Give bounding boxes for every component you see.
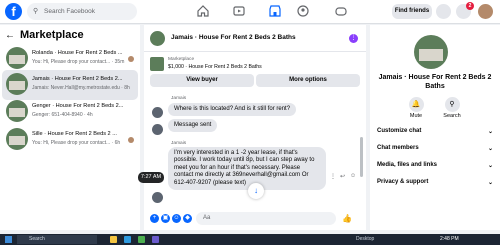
conversation-item[interactable]: Sille · House For Rent 2 Beds 2 ... You:… [2, 125, 138, 155]
listing-card[interactable]: Marketplace $1,000 · House For Rent 2 Be… [150, 55, 360, 73]
view-buyer-button[interactable]: View buyer [150, 74, 254, 87]
more-options-button[interactable]: More options [256, 74, 360, 87]
conversation-title: Genger · House For Rent 2 Beds 2... [32, 103, 124, 109]
gaming-icon[interactable] [334, 4, 348, 18]
seen-avatar [128, 137, 134, 143]
message-input[interactable]: Aa [196, 212, 336, 225]
info-icon[interactable]: ⋮ [349, 34, 358, 43]
menu-grid-icon[interactable] [436, 4, 451, 19]
marketplace-icon[interactable] [268, 4, 282, 18]
listing-thumbnail [6, 100, 28, 122]
chevron-down-icon: ⌄ [487, 163, 493, 169]
bell-icon: 🔔 [408, 97, 424, 112]
timestamp-tooltip: 7:27 AM [138, 172, 164, 183]
row-label: Privacy & support [377, 179, 429, 185]
conversation-item-active[interactable]: Jamais · House For Rent 2 Beds 2... Jama… [2, 70, 138, 100]
react-emoji-icon[interactable]: ☺ [350, 173, 356, 179]
image-icon[interactable]: ▣ [161, 214, 170, 223]
search-label: Search [443, 113, 461, 119]
scroll-down-arrow-icon[interactable]: ↓ [248, 183, 264, 199]
taskbar-search-label: Search [29, 236, 45, 242]
marketplace-inbox-sidebar: ← Marketplace Rolanda · House For Rent 2… [0, 25, 140, 230]
privacy-support-row[interactable]: Privacy & support ⌄ [377, 179, 495, 186]
sender-avatar [152, 192, 163, 203]
chevron-down-icon: ⌄ [487, 180, 493, 186]
notification-badge: 2 [466, 2, 474, 10]
message-composer: + ▣ ☺ ◆ Aa 👍 [144, 210, 366, 230]
edge-icon[interactable] [124, 236, 131, 243]
listing-label: Marketplace [168, 57, 195, 62]
home-icon[interactable] [196, 4, 210, 18]
search-icon: ⚲ [33, 8, 39, 15]
search-conversation-button[interactable]: ⚲ Search [432, 97, 472, 119]
screen: f ⚲ Search Facebook Find friends 2 ← Mark… [0, 0, 500, 245]
more-actions-icon[interactable]: ⋮ [330, 173, 336, 180]
groups-icon[interactable] [296, 4, 310, 18]
conversation-preview: Jamais: Never.Hall@my.metrostate.edu · 8… [32, 85, 130, 91]
chat-avatar[interactable] [150, 31, 165, 46]
message-sender: Jamais [171, 96, 187, 101]
chevron-down-icon: ⌄ [487, 146, 493, 152]
row-label: Customize chat [377, 128, 422, 134]
conversation-title: Sille · House For Rent 2 Beds 2 ... [32, 131, 117, 137]
file-explorer-icon[interactable] [110, 236, 117, 243]
app-icon[interactable] [152, 236, 159, 243]
chat-scrollbar[interactable] [360, 137, 363, 177]
message-bubble: Message sent [168, 119, 218, 133]
sidebar-title: Marketplace [20, 29, 84, 41]
row-label: Media, files and links [377, 162, 438, 168]
facebook-logo[interactable]: f [5, 3, 22, 20]
windows-start-icon[interactable] [5, 236, 12, 243]
chat-title[interactable]: Jamais · House For Rent 2 Beds 2 Baths [171, 34, 296, 41]
conversation-preview: You: Hi, Please drop your contact... · 3… [32, 59, 125, 65]
mute-label: Mute [409, 113, 423, 119]
sender-avatar [152, 107, 163, 118]
listing-photo[interactable] [414, 35, 448, 69]
top-navigation-bar: f ⚲ Search Facebook Find friends 2 [0, 0, 500, 24]
search-placeholder: Search Facebook [44, 8, 95, 15]
listing-thumbnail [150, 57, 164, 71]
listing-thumbnail [6, 47, 28, 69]
add-icon[interactable]: + [150, 214, 159, 223]
chrome-icon[interactable] [138, 236, 145, 243]
chat-members-row[interactable]: Chat members ⌄ [377, 145, 495, 152]
search-icon: ⚲ [444, 97, 460, 112]
seen-avatar [128, 56, 134, 62]
conversation-preview: You: Hi, Please drop your contact... · 6… [32, 140, 121, 146]
thumbs-up-icon[interactable]: 👍 [342, 214, 352, 223]
conversation-title: Rolanda · House For Rent 2 Beds ... [32, 50, 123, 56]
gif-icon[interactable]: ◆ [183, 214, 192, 223]
video-icon[interactable] [232, 4, 246, 18]
media-files-row[interactable]: Media, files and links ⌄ [377, 162, 495, 169]
chat-window: Jamais · House For Rent 2 Beds 2 Baths ⋮… [144, 25, 366, 230]
conversation-item[interactable]: Genger · House For Rent 2 Beds 2... Geng… [2, 97, 138, 127]
sender-avatar [152, 124, 163, 135]
clock: 2:48 PM [440, 236, 459, 242]
chat-header: Jamais · House For Rent 2 Beds 2 Baths ⋮ [144, 25, 366, 52]
taskbar-search[interactable]: Search [17, 235, 97, 244]
listing-thumbnail [6, 128, 28, 150]
search-input[interactable]: ⚲ Search Facebook [27, 3, 137, 20]
desktop-label: Desktop [356, 236, 375, 242]
chevron-down-icon: ⌄ [487, 129, 493, 135]
row-label: Chat members [377, 145, 419, 151]
conversation-preview: Genger: 651-404-8940 · 4h [32, 112, 93, 118]
conversation-details-panel: Jamais · House For Rent 2 Beds 2 Baths 🔔… [370, 25, 500, 230]
message-sender: Jamais [171, 141, 187, 146]
listing-thumbnail [6, 73, 28, 95]
message-bubble: I'm very interested in a 1 -2 year lease… [168, 147, 326, 191]
reply-icon[interactable]: ↩ [340, 173, 345, 180]
windows-taskbar: Search Desktop 2:48 PM [0, 234, 500, 245]
conversation-title: Jamais · House For Rent 2 Beds 2... [32, 76, 123, 82]
back-arrow-icon[interactable]: ← [5, 30, 15, 41]
customize-chat-row[interactable]: Customize chat ⌄ [377, 128, 495, 135]
mute-button[interactable]: 🔔 Mute [396, 97, 436, 119]
listing-price-title: $1,000 · House For Rent 2 Beds 2 Baths [168, 64, 262, 70]
message-bubble: Where is this located? And is it still f… [168, 103, 297, 117]
profile-avatar[interactable] [478, 4, 493, 19]
conversation-title: Jamais · House For Rent 2 Beds 2 Baths [378, 74, 492, 90]
message-input-placeholder: Aa [203, 215, 211, 221]
find-friends-button[interactable]: Find friends [392, 4, 432, 19]
sticker-icon[interactable]: ☺ [172, 214, 181, 223]
